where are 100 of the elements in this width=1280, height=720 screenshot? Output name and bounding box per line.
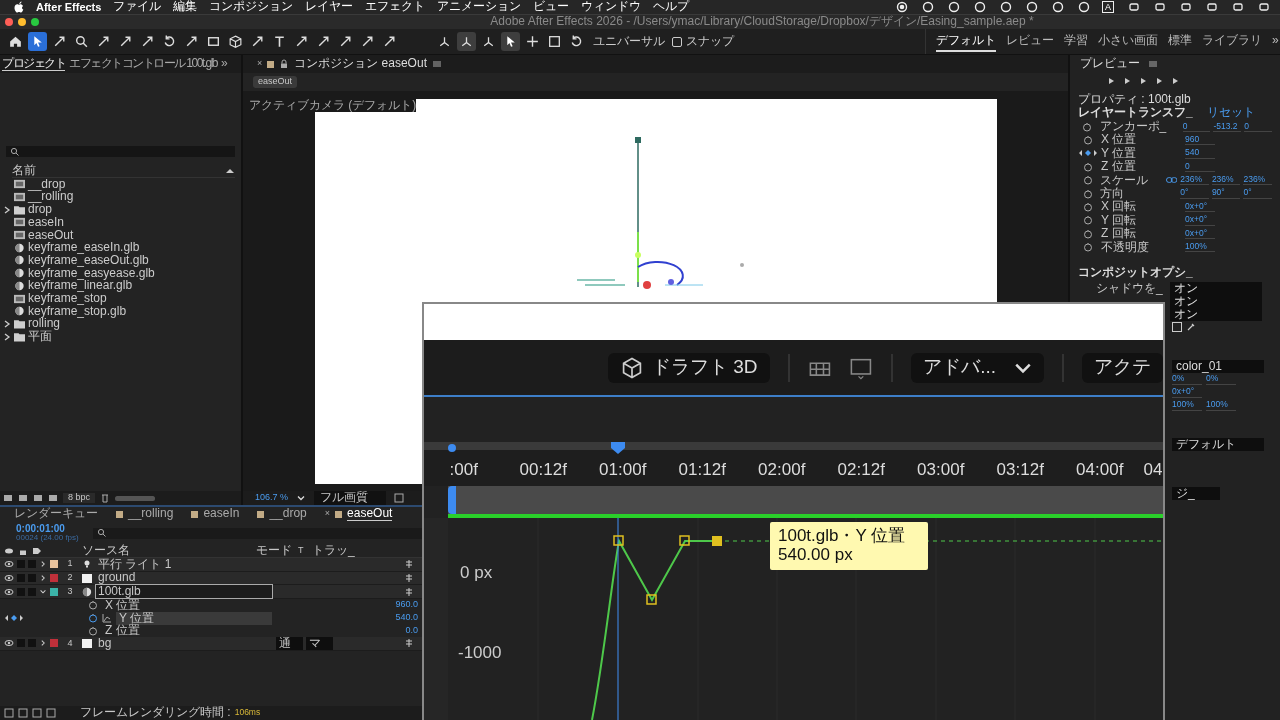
work-area-handle[interactable] bbox=[448, 486, 456, 514]
label-icon[interactable] bbox=[32, 546, 42, 556]
search-field[interactable] bbox=[6, 146, 235, 157]
renderer-dropdown[interactable]: アドバ... bbox=[911, 352, 1044, 383]
stopwatch-icon[interactable] bbox=[1082, 175, 1093, 186]
property-value[interactable]: 0.0 bbox=[405, 625, 418, 636]
stopwatch-icon[interactable] bbox=[88, 600, 98, 611]
stopwatch-icon[interactable] bbox=[1083, 242, 1093, 253]
project-item[interactable]: 平面 bbox=[28, 330, 52, 344]
mode-dropdown[interactable]: 通 bbox=[276, 636, 303, 651]
chevron-icon[interactable] bbox=[3, 318, 11, 329]
align-dropdown[interactable]: ジ_ bbox=[1172, 486, 1220, 500]
project-item[interactable]: keyframe_easeIn.glb bbox=[28, 241, 140, 255]
property-value[interactable]: 0° bbox=[1180, 188, 1209, 199]
stopwatch-icon[interactable] bbox=[1083, 228, 1093, 239]
zoom-button[interactable] bbox=[31, 18, 39, 26]
switch-box[interactable] bbox=[17, 587, 25, 596]
more-button[interactable]: » bbox=[1272, 30, 1279, 53]
timeline-tab[interactable]: __rolling bbox=[128, 507, 174, 521]
project-item[interactable]: easeIn bbox=[28, 215, 65, 229]
status-icon[interactable] bbox=[1000, 1, 1012, 13]
panel-tab[interactable]: コンポジション easeOut bbox=[294, 57, 427, 71]
menu-item[interactable]: ヘルプ bbox=[653, 0, 690, 14]
timecode[interactable]: 0:00:01:00 bbox=[16, 523, 79, 535]
stopwatch-icon[interactable] bbox=[88, 625, 98, 636]
chevron-icon[interactable] bbox=[3, 204, 11, 215]
axis-icon[interactable] bbox=[457, 32, 476, 51]
close-icon[interactable]: × bbox=[257, 59, 263, 69]
quality-dropdown[interactable]: フル画質 bbox=[314, 491, 387, 505]
thumbnail-slider[interactable] bbox=[115, 495, 156, 501]
chevron-icon[interactable] bbox=[39, 573, 47, 584]
close-icon[interactable]: × bbox=[324, 509, 331, 519]
label-color[interactable] bbox=[50, 587, 58, 596]
workspace-tab[interactable]: 標準 bbox=[1168, 30, 1192, 53]
switch-icon[interactable] bbox=[404, 586, 414, 597]
panel-title[interactable]: プレビュー bbox=[1080, 57, 1140, 71]
menu-item[interactable]: アニメーション bbox=[437, 0, 522, 14]
status-icon[interactable] bbox=[1232, 1, 1244, 13]
property-value[interactable]: 0% bbox=[1172, 374, 1202, 385]
project-item[interactable]: easeOut bbox=[28, 228, 74, 242]
property-value[interactable]: 0° bbox=[1243, 188, 1272, 199]
column-header[interactable]: ソース名 bbox=[82, 544, 252, 558]
menu-item[interactable]: エフェクト bbox=[365, 0, 426, 14]
stopwatch-icon[interactable] bbox=[1082, 188, 1093, 199]
status-icon[interactable] bbox=[948, 1, 960, 13]
workspace-tab[interactable]: レビュー bbox=[1006, 30, 1054, 53]
property-value[interactable]: -513.2 bbox=[1213, 121, 1242, 132]
bit-depth-button[interactable]: 8 bpc bbox=[63, 493, 96, 503]
chevron-icon[interactable] bbox=[39, 559, 47, 570]
switch-box[interactable] bbox=[28, 574, 36, 583]
menu-item[interactable]: コンポジション bbox=[209, 0, 294, 14]
property-value[interactable]: 540.0 bbox=[395, 613, 418, 624]
status-icon[interactable] bbox=[974, 1, 986, 13]
stopwatch-icon[interactable] bbox=[88, 613, 98, 624]
switch-icon[interactable] bbox=[404, 638, 414, 649]
menu-item[interactable]: ファイル bbox=[113, 0, 162, 14]
property-value[interactable]: 0x+0° bbox=[1185, 215, 1215, 226]
property-value[interactable]: 540 bbox=[1185, 148, 1215, 159]
color-swatch[interactable] bbox=[1172, 322, 1182, 333]
column-header[interactable]: T bbox=[298, 546, 308, 556]
property-value[interactable]: 0 bbox=[1182, 121, 1211, 132]
stopwatch-icon[interactable] bbox=[1083, 215, 1093, 226]
property-value[interactable]: 90° bbox=[1211, 188, 1241, 199]
section-title[interactable]: レイヤートランスフ_ bbox=[1078, 106, 1193, 120]
mode-label[interactable]: ユニバーサル bbox=[593, 34, 665, 49]
keyframe-navigator-icon[interactable] bbox=[1078, 149, 1098, 158]
snapshot-icon[interactable] bbox=[394, 493, 405, 503]
project-item[interactable]: keyframe_easeOut.glb bbox=[28, 253, 149, 268]
stopwatch-icon[interactable] bbox=[1083, 135, 1093, 146]
cube-icon[interactable] bbox=[226, 32, 245, 51]
property-name[interactable]: Y 位置 bbox=[116, 611, 272, 625]
playhead[interactable] bbox=[610, 442, 626, 454]
switch-box[interactable] bbox=[17, 560, 25, 569]
timeline-tab[interactable]: レンダーキュー bbox=[14, 507, 98, 521]
pointer-icon[interactable] bbox=[28, 32, 47, 51]
chevron-icon[interactable] bbox=[3, 331, 11, 342]
property-value[interactable]: 236% bbox=[1211, 175, 1241, 186]
layer-name[interactable]: 平行 ライト 1 bbox=[95, 556, 273, 572]
property-name[interactable]: Z 位置 bbox=[102, 624, 143, 638]
input-mode-indicator[interactable]: A bbox=[1102, 1, 1114, 13]
minimize-button[interactable] bbox=[18, 18, 26, 26]
reset-link[interactable]: リセット bbox=[1206, 106, 1255, 120]
record-icon[interactable] bbox=[896, 1, 908, 13]
menu-item[interactable]: ウィンドウ bbox=[581, 0, 642, 14]
layer-name[interactable]: bg bbox=[95, 635, 273, 652]
switch-box[interactable] bbox=[28, 639, 36, 648]
menu-item[interactable]: レイヤー bbox=[305, 0, 354, 14]
property-value[interactable]: 100% bbox=[1172, 400, 1202, 411]
visibility-icon[interactable] bbox=[4, 559, 14, 570]
menu-item[interactable]: 編集 bbox=[173, 0, 198, 14]
keyframe-navigator-icon[interactable] bbox=[4, 614, 24, 623]
label-color[interactable] bbox=[50, 560, 58, 569]
camera-dropdown[interactable]: アクテ bbox=[1082, 352, 1163, 383]
sort-icon[interactable] bbox=[225, 166, 235, 176]
property-value[interactable]: 100% bbox=[1206, 400, 1236, 411]
status-icon[interactable] bbox=[1052, 1, 1064, 13]
property-name[interactable]: X 位置 bbox=[102, 598, 144, 612]
material-dropdown[interactable]: color_01 bbox=[1172, 359, 1264, 373]
panel-tab[interactable]: プロジェクト bbox=[2, 56, 65, 72]
property-value[interactable]: 236% bbox=[1243, 175, 1272, 186]
